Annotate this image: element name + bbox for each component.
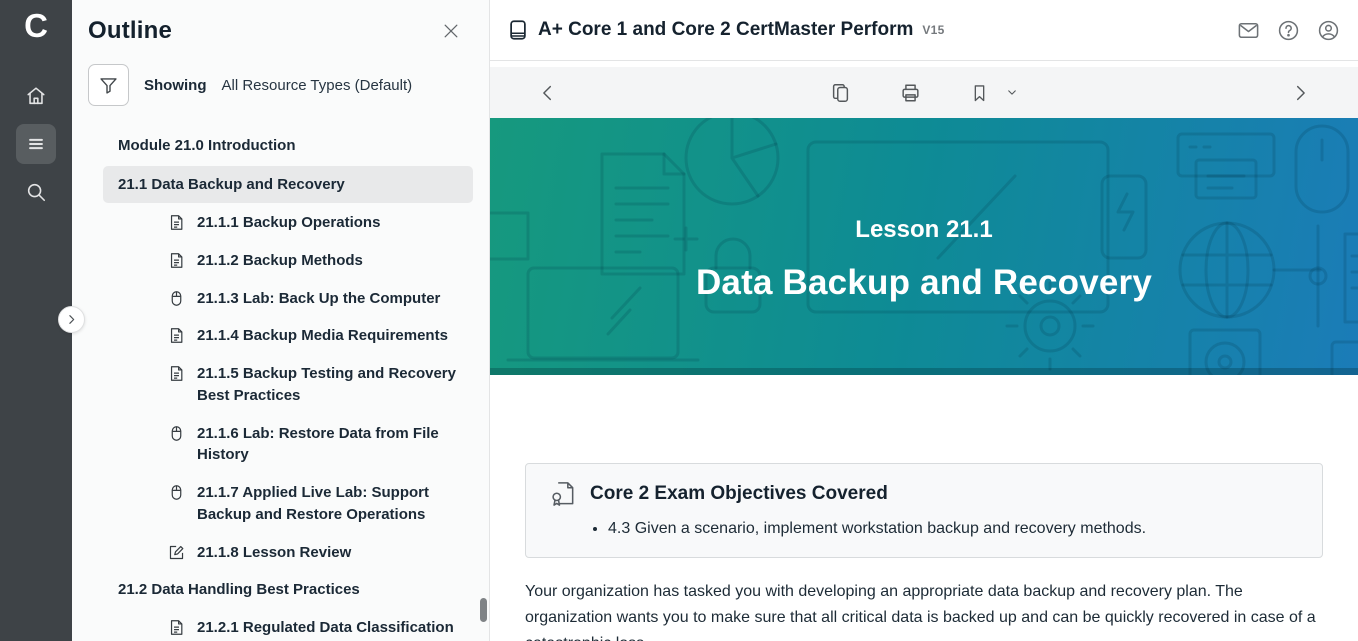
outline-title: Outline (88, 17, 172, 45)
outline-item-label: 21.1.2 Backup Methods (197, 250, 363, 272)
lab-mouse-icon (168, 425, 185, 442)
objectives-header: Core 2 Exam Objectives Covered (550, 480, 1302, 507)
help-icon (1277, 19, 1300, 42)
help-button[interactable] (1277, 19, 1300, 42)
app-window: C Outline (0, 0, 1358, 641)
bookmark-icon (970, 83, 990, 103)
certificate-icon (550, 480, 577, 507)
lab-mouse-icon (168, 290, 185, 307)
exam-objectives-box: Core 2 Exam Objectives Covered 4.3 Given… (525, 463, 1323, 558)
document-icon (168, 327, 185, 344)
lesson-hero-banner: Lesson 21.1 Data Backup and Recovery (490, 118, 1358, 375)
close-icon (441, 21, 461, 41)
outline-item-label: 21.1.1 Backup Operations (197, 212, 380, 234)
course-title-group: A+ Core 1 and Core 2 CertMaster Perform … (507, 19, 1237, 41)
chevron-right-icon (1289, 82, 1311, 104)
showing-label: Showing (144, 77, 207, 94)
document-icon (168, 365, 185, 382)
lesson-title: Data Backup and Recovery (696, 263, 1152, 303)
document-icon (168, 252, 185, 269)
copy-button[interactable] (830, 82, 852, 104)
panel-expand-button[interactable] (58, 306, 85, 333)
outline-item[interactable]: 21.1.1 Backup Operations (72, 204, 489, 242)
book-icon (507, 19, 529, 41)
document-icon (168, 619, 185, 636)
outline-item-label: 21.2.1 Regulated Data Classification (197, 617, 454, 639)
outline-item-lesson-selected[interactable]: 21.1 Data Backup and Recovery (103, 166, 473, 204)
home-button[interactable] (16, 76, 56, 116)
lesson-number: Lesson 21.1 (696, 216, 1152, 244)
outline-item[interactable]: 21.1.6 Lab: Restore Data from File Histo… (72, 415, 489, 475)
course-topbar: A+ Core 1 and Core 2 CertMaster Perform … (490, 0, 1358, 61)
outline-item[interactable]: 21.1.2 Backup Methods (72, 242, 489, 280)
filter-icon (98, 75, 119, 96)
rail-nav (16, 76, 56, 212)
account-button[interactable] (1317, 19, 1340, 42)
chevron-down-icon (1006, 86, 1019, 99)
outline-item[interactable]: 21.2.1 Regulated Data Classification (72, 609, 489, 641)
document-icon (168, 214, 185, 231)
close-outline-button[interactable] (437, 17, 465, 45)
outline-item-label: 21.1.8 Lesson Review (197, 542, 351, 564)
messages-button[interactable] (1237, 19, 1260, 42)
home-icon (25, 85, 47, 107)
lesson-body: Core 2 Exam Objectives Covered 4.3 Given… (490, 375, 1358, 641)
outline-item[interactable]: 21.1.7 Applied Live Lab: Support Backup … (72, 474, 489, 534)
course-version-badge: V15 (922, 23, 944, 37)
filter-value: All Resource Types (Default) (222, 77, 413, 94)
objectives-heading: Core 2 Exam Objectives Covered (590, 483, 888, 505)
outline-item[interactable]: 21.1.5 Backup Testing and Recovery Best … (72, 355, 489, 415)
lesson-intro-paragraph: Your organization has tasked you with de… (525, 579, 1321, 641)
outline-panel: Outline Showing All Resource Types (Defa… (72, 0, 490, 641)
bookmark-button[interactable] (970, 83, 990, 103)
outline-item-label: 21.1.7 Applied Live Lab: Support Backup … (197, 482, 459, 526)
outline-header: Outline (72, 0, 489, 45)
edit-icon (168, 544, 185, 561)
lab-mouse-icon (168, 484, 185, 501)
objective-item: 4.3 Given a scenario, implement workstat… (608, 518, 1302, 540)
outline-item[interactable]: 21.1.3 Lab: Back Up the Computer (72, 280, 489, 318)
outline-module-header[interactable]: Module 21.0 Introduction (72, 127, 489, 165)
print-button[interactable] (900, 82, 922, 104)
brand-logo: C (24, 9, 48, 42)
previous-page-button[interactable] (537, 82, 559, 104)
search-icon (25, 181, 47, 203)
bookmark-menu-button[interactable] (1006, 86, 1019, 99)
expand-chevron-icon (65, 313, 78, 326)
objectives-list: 4.3 Given a scenario, implement workstat… (608, 518, 1302, 540)
outline-toggle-button[interactable] (16, 124, 56, 164)
outline-item-label: 21.1.4 Backup Media Requirements (197, 325, 448, 347)
outline-item-label: 21.1.3 Lab: Back Up the Computer (197, 288, 440, 310)
course-title: A+ Core 1 and Core 2 CertMaster Perform (538, 19, 913, 41)
outline-scrollbar-thumb[interactable] (480, 598, 487, 622)
next-page-button[interactable] (1289, 82, 1311, 104)
search-button[interactable] (16, 172, 56, 212)
bookmark-group (970, 83, 1019, 103)
print-icon (900, 82, 922, 104)
outline-item[interactable]: 21.1.4 Backup Media Requirements (72, 317, 489, 355)
account-icon (1317, 19, 1340, 42)
outline-list: Module 21.0 Introduction 21.1 Data Backu… (72, 127, 489, 641)
reader-toolbar (490, 67, 1358, 118)
chevron-left-icon (537, 82, 559, 104)
toolbar-center-group (830, 82, 1019, 104)
copy-icon (830, 82, 852, 104)
main-content: A+ Core 1 and Core 2 CertMaster Perform … (490, 0, 1358, 641)
hero-text: Lesson 21.1 Data Backup and Recovery (696, 190, 1152, 303)
filter-row: Showing All Resource Types (Default) (72, 45, 489, 106)
outline-item-label: 21.1.6 Lab: Restore Data from File Histo… (197, 423, 459, 467)
topbar-actions (1237, 19, 1340, 42)
outline-item[interactable]: 21.1.8 Lesson Review (72, 534, 489, 572)
mail-icon (1237, 19, 1260, 42)
outline-module-header[interactable]: 21.2 Data Handling Best Practices (72, 571, 489, 609)
outline-item-label: 21.1.5 Backup Testing and Recovery Best … (197, 363, 459, 407)
outline-list-icon (25, 133, 47, 155)
filter-button[interactable] (88, 64, 129, 106)
